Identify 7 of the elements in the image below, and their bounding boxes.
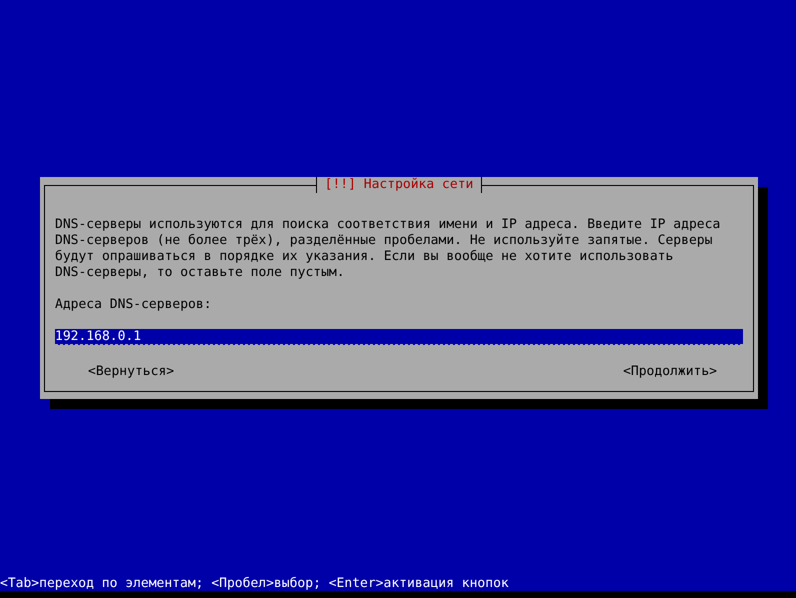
- status-bar: <Tab>переход по элементам; <Пробел>выбор; <Enter>активация кнопок: [0, 577, 796, 598]
- back-button[interactable]: <Вернуться>: [88, 364, 174, 380]
- dialog-title: [!!] Настройка сети: [316, 177, 482, 193]
- field-label: Адреса DNS-серверов:: [55, 297, 213, 313]
- continue-button[interactable]: <Продолжить>: [623, 364, 717, 380]
- dns-input-field[interactable]: 192.168.0.1: [55, 329, 743, 345]
- description-text: DNS-серверы используются для поиска соответствия имени и IP адреса. Введите IP адреса DNS-серверов (не более трёх), разделённые пробелами. Не используйте запятые. Серверы будут опрашиваться в порядке их указания. Если вы вообще не хотите использовать DNS-серверы, то оставьте поле пустым.: [55, 217, 722, 281]
